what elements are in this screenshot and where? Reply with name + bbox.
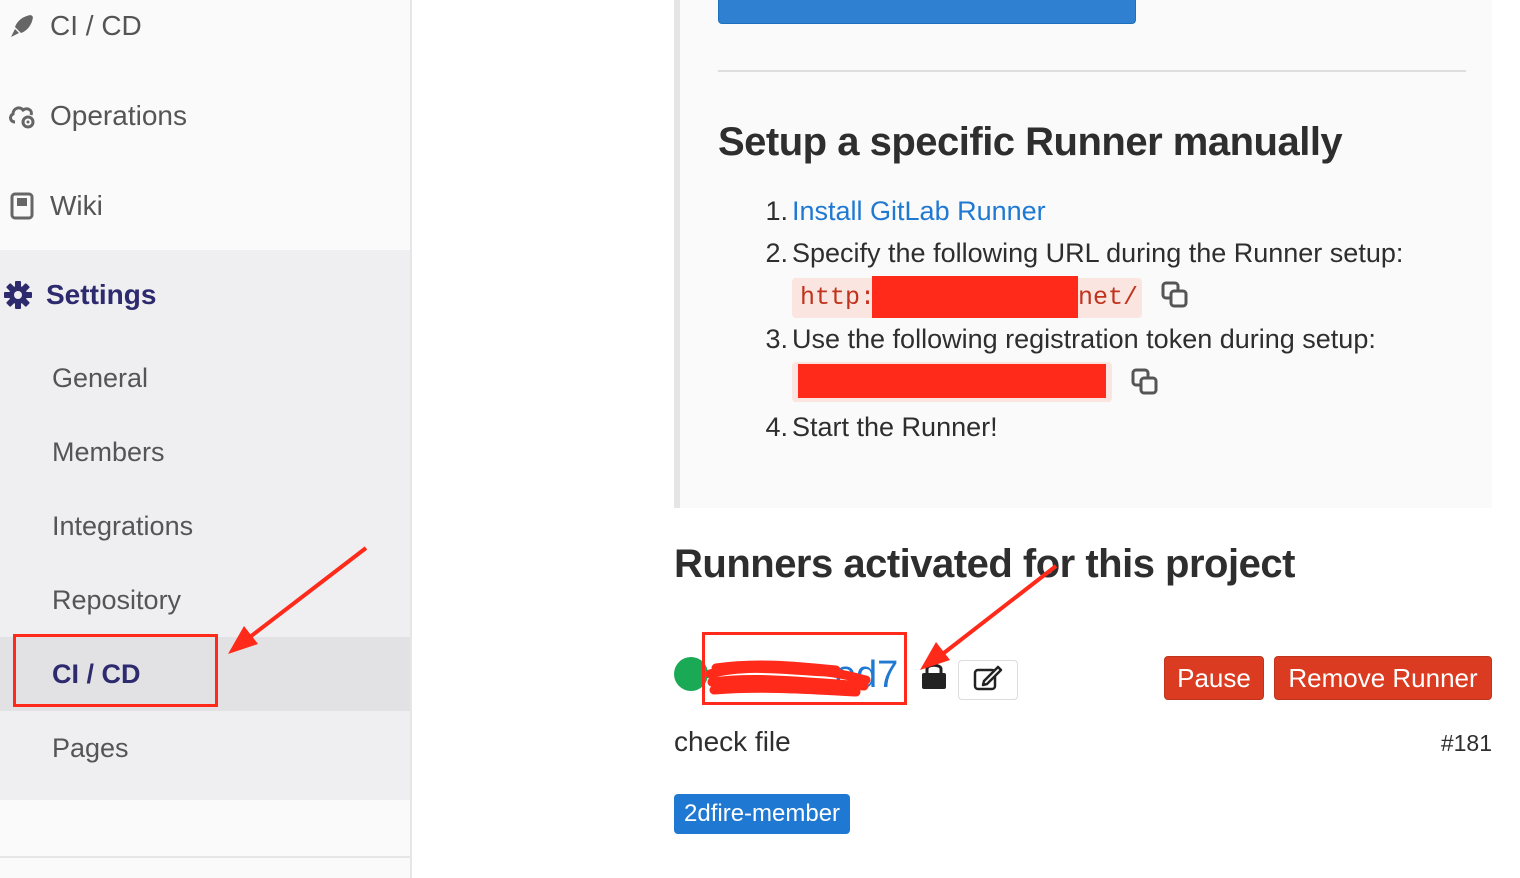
step-number: 3.: [765, 324, 788, 354]
step-number: 1.: [765, 196, 788, 226]
lock-icon: [920, 660, 948, 695]
sidebar-item-operations[interactable]: Operations: [0, 71, 410, 161]
step-text: Specify the following URL during the Run…: [792, 238, 1404, 268]
sidebar-item-wiki[interactable]: Wiki: [0, 161, 410, 251]
sidebar-subitem-integrations[interactable]: Integrations: [0, 489, 410, 563]
divider: [718, 70, 1466, 72]
pause-runner-button[interactable]: Pause: [1164, 656, 1264, 700]
sidebar-subitem-general[interactable]: General: [0, 341, 410, 415]
sidebar-divider: [0, 856, 410, 858]
sidebar-subitem-label: General: [52, 362, 149, 393]
sidebar-subitem-members[interactable]: Members: [0, 415, 410, 489]
annotation-box-sidebar: [13, 634, 218, 707]
sidebar-item-label: CI / CD: [50, 10, 142, 41]
redaction: [872, 276, 1078, 318]
runner-tag-badge: 2dfire-member: [674, 794, 851, 834]
edit-runner-button[interactable]: [958, 660, 1018, 700]
sidebar-item-settings[interactable]: Settings: [0, 250, 410, 340]
sidebar-subitem-label: Integrations: [52, 510, 194, 541]
sidebar-subitem-repository[interactable]: Repository: [0, 563, 410, 637]
cloud-gear-icon: [2, 96, 42, 136]
sidebar: CI / CD Operations Wiki Settings General…: [0, 0, 412, 878]
setup-runner-panel: Setup a specific Runner manually 1. Inst…: [674, 0, 1492, 508]
remove-runner-button[interactable]: Remove Runner: [1274, 656, 1492, 700]
url-suffix: net/: [1078, 283, 1139, 312]
url-prefix: http:: [800, 283, 876, 312]
gear-icon: [0, 275, 38, 315]
copy-token-icon[interactable]: [1130, 367, 1160, 397]
sidebar-item-ci-cd[interactable]: CI / CD: [0, 0, 410, 71]
step-text: Start the Runner!: [792, 412, 998, 442]
sidebar-item-label: Operations: [50, 100, 187, 131]
runner-id: #181: [1440, 730, 1492, 756]
settings-group: Settings General Members Integrations Re…: [0, 250, 410, 800]
copy-url-icon[interactable]: [1160, 280, 1190, 310]
step-text: Use the following registration token dur…: [792, 324, 1376, 354]
install-runner-link[interactable]: Install GitLab Runner: [792, 196, 1046, 227]
runner-description: check file: [674, 726, 791, 757]
sidebar-item-label: Settings: [46, 279, 157, 310]
sidebar-subitem-label: Pages: [52, 732, 129, 763]
step-number: 4.: [765, 412, 788, 442]
pencil-icon: [973, 665, 1003, 696]
book-icon: [2, 186, 42, 226]
sidebar-item-label: Wiki: [50, 190, 103, 221]
primary-button[interactable]: [718, 0, 1136, 24]
annotation-box-runner: [702, 632, 907, 705]
step-number: 2.: [765, 238, 788, 268]
sidebar-subitem-label: Repository: [52, 584, 182, 615]
redaction: [798, 364, 1106, 398]
sidebar-subitem-pages[interactable]: Pages: [0, 711, 410, 785]
setup-title: Setup a specific Runner manually: [718, 120, 1343, 164]
sidebar-subitem-label: Members: [52, 436, 165, 467]
runners-section-title: Runners activated for this project: [674, 542, 1295, 586]
rocket-icon: [2, 6, 42, 46]
